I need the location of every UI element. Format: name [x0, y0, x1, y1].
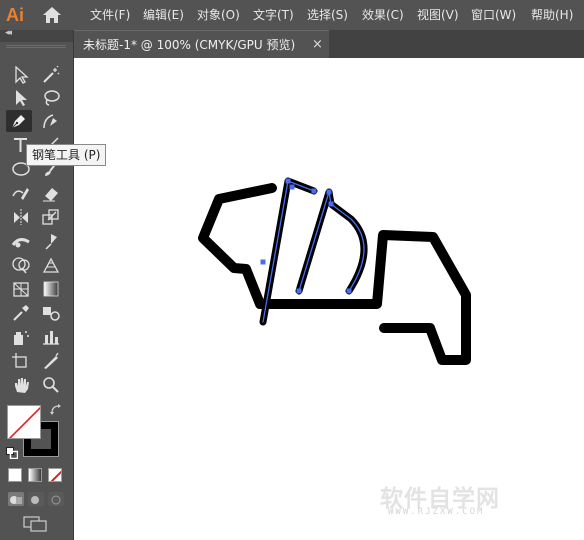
watermark-url: WWW.RJZXW.COM — [388, 507, 485, 517]
direct-selection-tool-icon[interactable] — [8, 87, 34, 109]
column-graph-tool-icon[interactable] — [38, 326, 64, 348]
slice-tool-icon[interactable] — [38, 350, 64, 372]
gradient-tool-icon[interactable] — [38, 278, 64, 300]
drawn-path-main — [198, 183, 471, 365]
scale-tool-icon[interactable] — [38, 206, 64, 228]
panel-grip[interactable] — [6, 45, 66, 48]
home-icon[interactable] — [42, 6, 62, 24]
menu-effect[interactable]: 效果(C) — [362, 0, 404, 30]
document-tab[interactable]: 未标题-1* @ 100% (CMYK/GPU 预览) × — [74, 30, 329, 58]
color-mode-button[interactable] — [8, 468, 22, 482]
hand-tool-icon[interactable] — [8, 374, 34, 396]
zoom-tool-icon[interactable] — [38, 374, 64, 396]
draw-normal-icon[interactable] — [8, 492, 24, 506]
perspective-grid-tool-icon[interactable] — [8, 278, 34, 300]
menu-help[interactable]: 帮助(H) — [531, 0, 573, 30]
none-mode-button[interactable] — [48, 468, 62, 482]
document-tab-strip: 未标题-1* @ 100% (CMYK/GPU 预览) × — [74, 30, 584, 58]
app-logo: Ai — [6, 5, 24, 25]
eyedropper-tool-icon[interactable] — [8, 302, 34, 324]
curvature-tool-icon[interactable] — [38, 110, 64, 132]
fill-color-swatch-front[interactable] — [7, 405, 41, 439]
artboard-tool-icon[interactable] — [8, 350, 34, 372]
draw-inside-icon[interactable] — [48, 492, 64, 506]
selection-tool-icon[interactable] — [8, 64, 34, 86]
screen-mode-icon[interactable] — [23, 516, 49, 532]
default-fill-stroke-icon[interactable] — [6, 444, 19, 460]
free-transform-tool-icon[interactable] — [38, 230, 64, 252]
symbol-sprayer-tool-icon[interactable] — [8, 326, 34, 348]
shape-builder-tool-icon[interactable] — [8, 254, 34, 276]
menu-type[interactable]: 文字(T) — [253, 0, 294, 30]
tools-panel: ◂◂ — [0, 28, 74, 540]
blend-tool-icon[interactable] — [38, 302, 64, 324]
menu-object[interactable]: 对象(O) — [197, 0, 240, 30]
menu-bar: Ai 文件(F) 编辑(E) 对象(O) 文字(T) 选择(S) 效果(C) 视… — [0, 0, 584, 30]
eraser-tool-icon[interactable] — [38, 182, 64, 204]
document-tab-title: 未标题-1* @ 100% (CMYK/GPU 预览) — [83, 38, 296, 52]
drawing-artwork[interactable] — [74, 58, 584, 540]
swap-fill-stroke-icon[interactable] — [50, 404, 62, 419]
lasso-tool-icon[interactable] — [38, 87, 64, 109]
menu-edit[interactable]: 编辑(E) — [143, 0, 184, 30]
menu-file[interactable]: 文件(F) — [90, 0, 130, 30]
artboard-canvas[interactable] — [74, 58, 584, 540]
draw-behind-icon[interactable] — [28, 492, 44, 506]
pen-tool-icon[interactable] — [6, 110, 32, 132]
width-tool-icon[interactable] — [8, 230, 34, 252]
collapse-panel-icon[interactable]: ◂◂ — [5, 28, 12, 38]
close-tab-icon[interactable]: × — [312, 31, 323, 59]
live-paint-tool-icon[interactable] — [38, 254, 64, 276]
pen-tool-tooltip: 钢笔工具 (P) — [26, 144, 107, 166]
menu-select[interactable]: 选择(S) — [307, 0, 348, 30]
magic-wand-tool-icon[interactable] — [38, 64, 64, 86]
panel-header: ◂◂ — [0, 28, 73, 42]
menu-window[interactable]: 窗口(W) — [471, 0, 516, 30]
menu-view[interactable]: 视图(V) — [417, 0, 459, 30]
shaper-tool-icon[interactable] — [8, 182, 34, 204]
rotate-tool-icon[interactable] — [8, 206, 34, 228]
gradient-mode-button[interactable] — [28, 468, 42, 482]
